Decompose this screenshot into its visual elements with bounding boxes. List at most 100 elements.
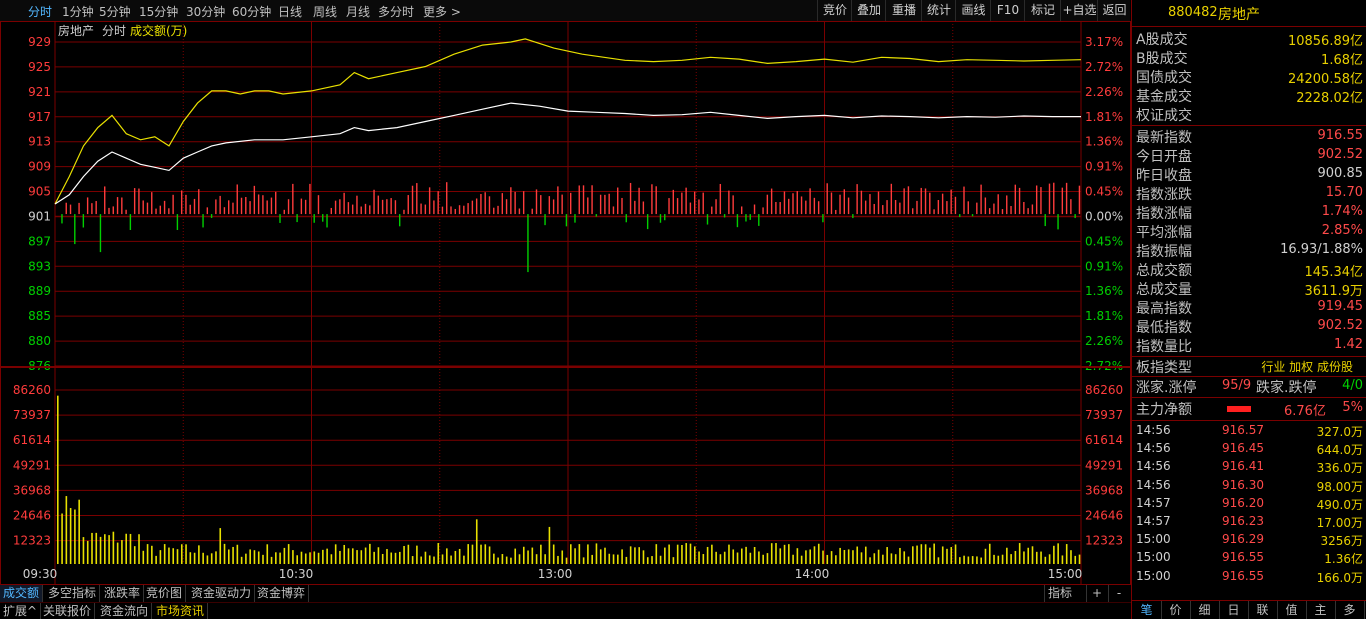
volume-bar (1078, 554, 1081, 564)
volume-bar (219, 528, 222, 564)
flow-bar (313, 214, 315, 223)
flow-bar (894, 199, 897, 215)
volume-tick-label: 49291 (13, 458, 51, 472)
indicator-tab[interactable]: 成交额 (0, 585, 44, 602)
period-tab[interactable]: 60分钟 (232, 3, 271, 20)
panel-tab[interactable]: 笔 (1132, 601, 1162, 619)
panel-tab[interactable]: 联 (1248, 601, 1278, 619)
board-type-value[interactable]: 行业 加权 成份股 (1261, 358, 1353, 375)
period-tab[interactable]: 1分钟 (62, 3, 94, 20)
flow-bar (552, 199, 555, 215)
fall-value: 4/0 (1342, 378, 1363, 393)
tool-button[interactable]: 叠加 (851, 0, 886, 21)
tool-button[interactable]: 统计 (921, 0, 956, 21)
volume-bar (903, 551, 906, 564)
tool-button[interactable]: 重播 (885, 0, 922, 21)
tool-button[interactable]: 标记 (1024, 0, 1061, 21)
flow-bar (651, 184, 653, 215)
status-tab[interactable]: 市场资讯 (153, 603, 209, 619)
zoom-out-button[interactable]: - (1108, 585, 1129, 602)
volume-bar (505, 556, 508, 564)
index-row-value: 919.45 (1317, 299, 1364, 314)
panel-tab[interactable]: 细 (1190, 601, 1220, 619)
panel-tab[interactable]: 日 (1219, 601, 1249, 619)
volume-bar (770, 543, 773, 564)
pct-tick-label: 0.00% (1085, 209, 1123, 223)
volume-bar (946, 548, 948, 564)
panel-tab[interactable]: 多 (1335, 601, 1365, 619)
period-tab[interactable]: 5分钟 (99, 3, 131, 20)
period-tab[interactable]: 15分钟 (139, 3, 178, 20)
tool-button[interactable]: F10 (990, 0, 1025, 21)
volume-bar (608, 553, 611, 564)
status-tab[interactable]: 资金流向 (97, 603, 153, 619)
flow-bar (1070, 199, 1072, 215)
index-row-value: 2.85% (1321, 223, 1363, 238)
flow-bar (364, 203, 367, 215)
zoom-in-button[interactable]: + (1086, 585, 1107, 602)
volume-bar (411, 556, 414, 564)
time-tick-label: 10:30 (279, 567, 314, 581)
index-row-label: 指数振幅 (1136, 244, 1192, 260)
volume-bar (65, 496, 68, 564)
volume-bar (334, 544, 337, 564)
flow-bar (437, 191, 439, 215)
period-tab[interactable]: 日线 (278, 3, 302, 20)
panel-tab[interactable]: 主 (1306, 601, 1336, 619)
price-tick-label: 909 (28, 160, 51, 174)
price-tick-label: 929 (28, 35, 51, 49)
market-row-value: 10856.89亿 (1287, 34, 1363, 49)
period-tab[interactable]: 多分时 (378, 3, 414, 20)
flow-bar (330, 207, 332, 215)
divider (1132, 420, 1366, 421)
volume-bar (155, 555, 157, 564)
period-tab[interactable]: 月线 (346, 3, 370, 20)
panel-tab[interactable]: 价 (1161, 601, 1191, 619)
volume-bar (1065, 544, 1068, 564)
flow-bar (1057, 214, 1059, 230)
indicator-tab[interactable]: 涨跌率 (101, 585, 145, 602)
volume-bar (463, 555, 465, 564)
period-tab[interactable]: 30分钟 (186, 3, 225, 20)
flow-bar (1048, 183, 1051, 215)
indicator-button[interactable]: 指标 (1044, 585, 1075, 602)
volume-bar (544, 554, 546, 564)
flow-bar (407, 195, 409, 215)
volume-bar (531, 547, 534, 564)
indicator-tab[interactable]: 多空指标 (45, 585, 101, 602)
panel-tab[interactable]: 值 (1277, 601, 1307, 619)
volume-bar (907, 556, 910, 564)
flow-bar (984, 197, 987, 215)
tool-button[interactable]: 返回 (1097, 0, 1131, 21)
period-tab[interactable]: 更多 > (423, 3, 461, 20)
volume-bar (133, 546, 136, 564)
flow-bar (497, 205, 499, 215)
flow-bar (749, 214, 751, 220)
flow-bar (1014, 184, 1016, 215)
fall-label: 跌家.跌停 (1256, 380, 1317, 396)
period-tab[interactable]: 分时 (28, 3, 52, 20)
tool-button[interactable]: +自选 (1060, 0, 1098, 21)
flow-bar (300, 198, 303, 215)
period-tab[interactable]: 周线 (313, 3, 337, 20)
indicator-tab[interactable]: 资金博弈 (254, 585, 310, 602)
volume-bar (732, 549, 735, 564)
flow-bar (390, 198, 392, 215)
index-row-label: 今日开盘 (1136, 149, 1192, 165)
volume-bar (775, 543, 777, 564)
flow-bar (176, 214, 179, 230)
index-row-label: 指数涨跌 (1136, 187, 1192, 203)
status-tab[interactable]: 扩展^ (0, 603, 42, 619)
flow-bar (463, 205, 465, 215)
flow-bar (997, 194, 999, 215)
indicator-tab[interactable]: 资金驱动力 (188, 585, 256, 602)
volume-bar (830, 551, 833, 564)
volume-bar (91, 532, 93, 564)
volume-bar (587, 544, 589, 564)
tool-button[interactable]: 画线 (955, 0, 991, 21)
volume-bar (1018, 543, 1021, 564)
volume-bar (651, 556, 653, 564)
status-tab[interactable]: 关联报价 (40, 603, 96, 619)
tool-button[interactable]: 竞价 (817, 0, 852, 21)
indicator-tab[interactable]: 竞价图 (143, 585, 187, 602)
